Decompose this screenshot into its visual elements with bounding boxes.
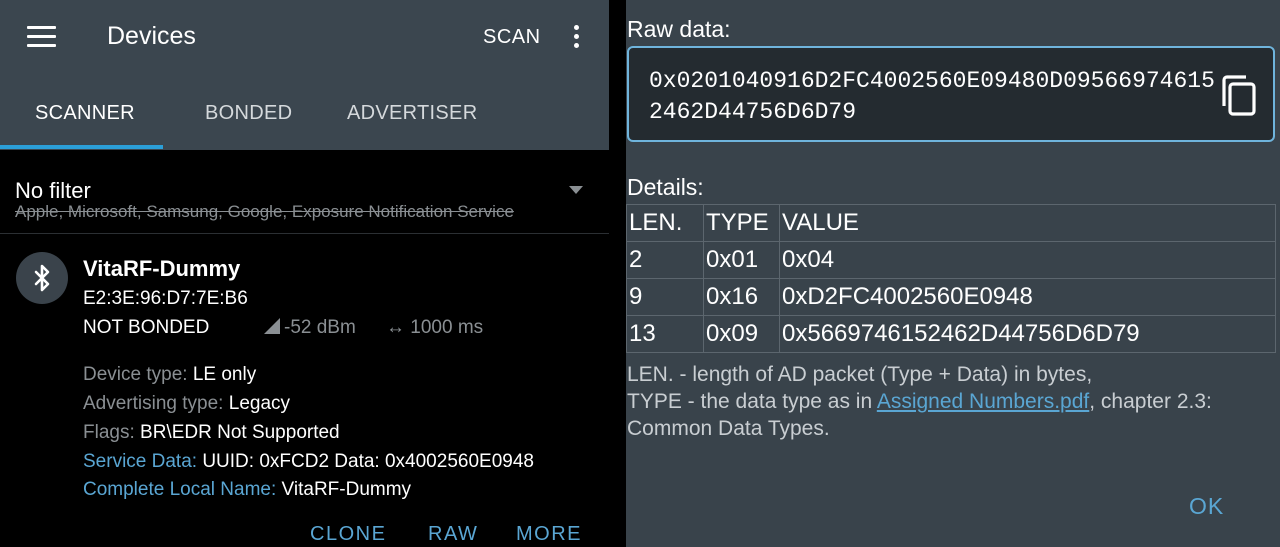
toolbar-title: Devices [107, 22, 196, 50]
divider [0, 233, 609, 234]
tab-bonded[interactable]: BONDED [205, 102, 292, 125]
legend-text: , chapter 2.3: [1089, 390, 1212, 413]
signal-strength-icon [264, 318, 280, 334]
bond-status: NOT BONDED [83, 317, 210, 338]
table-row: 9 0x16 0xD2FC4002560E0948 [626, 278, 1276, 316]
detail-device-type: Device type: LE only [83, 364, 256, 386]
overflow-menu-icon[interactable] [572, 25, 580, 51]
raw-data-label: Raw data: [627, 16, 731, 42]
table-row: 2 0x01 0x04 [626, 241, 1276, 279]
bluetooth-icon [16, 252, 68, 304]
clone-button[interactable]: CLONE [310, 523, 386, 546]
table-cell: 0x09 [703, 315, 780, 353]
menu-icon[interactable] [27, 26, 56, 48]
table-header: LEN. [626, 204, 704, 242]
app-toolbar: Devices SCAN [0, 0, 609, 76]
advertising-interval: ↔ 1000 ms [386, 317, 483, 339]
ok-button[interactable]: OK [1189, 493, 1224, 520]
detail-advertising-type: Advertising type: Legacy [83, 393, 290, 415]
filter-subtitle: Apple, Microsoft, Samsung, Google, Expos… [15, 202, 514, 221]
detail-label: Advertising type: [83, 393, 224, 414]
table-header: TYPE [703, 204, 780, 242]
raw-data-value[interactable]: 0x0201040916D2FC4002560E09480D0956697461… [649, 66, 1219, 128]
details-label: Details: [627, 174, 704, 200]
tab-scanner[interactable]: SCANNER [35, 102, 135, 125]
table-cell: 0xD2FC4002560E0948 [779, 278, 1276, 316]
table-cell: 0x04 [779, 241, 1276, 279]
filter-title: No filter [15, 178, 91, 203]
active-tab-indicator [0, 145, 163, 149]
detail-label: Complete Local Name: [83, 479, 277, 500]
table-header-row: LEN. TYPE VALUE [626, 204, 1276, 242]
tab-advertiser[interactable]: ADVERTISER [347, 102, 477, 125]
rssi-text: -52 dBm [284, 317, 356, 338]
detail-value: BR\EDR Not Supported [140, 422, 340, 443]
more-button[interactable]: MORE [516, 523, 582, 546]
interval-text: 1000 ms [410, 317, 484, 338]
interval-arrows-icon: ↔ [386, 317, 411, 338]
detail-service-data: Service Data: UUID: 0xFCD2 Data: 0x40025… [83, 451, 534, 473]
legend-line: LEN. - length of AD packet (Type + Data)… [627, 363, 1093, 386]
ad-details-table: LEN. TYPE VALUE 2 0x01 0x04 9 0x16 0xD2F… [626, 204, 1276, 353]
table-cell: 9 [626, 278, 704, 316]
scanner-panel: Devices SCAN SCANNER BONDED ADVERTISER N… [0, 0, 609, 547]
raw-button[interactable]: RAW [428, 523, 478, 546]
table-cell: 13 [626, 315, 704, 353]
table-cell: 0x01 [703, 241, 780, 279]
detail-value: Legacy [228, 393, 291, 414]
detail-value: VitaRF-Dummy [281, 479, 412, 500]
legend-text: TYPE - the data type as in [627, 390, 877, 413]
panel-separator [609, 0, 626, 547]
detail-label: Service Data: [83, 451, 198, 472]
detail-label: Device type: [83, 364, 188, 385]
table-cell: 2 [626, 241, 704, 279]
table-row: 13 0x09 0x5669746152462D44756D6D79 [626, 315, 1276, 353]
rssi-value: -52 dBm [264, 317, 356, 339]
detail-label: Flags: [83, 422, 135, 443]
dropdown-arrow-icon[interactable] [569, 186, 583, 194]
table-legend: LEN. - length of AD packet (Type + Data)… [627, 361, 1277, 442]
scan-button[interactable]: SCAN [483, 26, 541, 49]
detail-value: UUID: 0xFCD2 Data: 0x4002560E0948 [202, 451, 534, 472]
device-name: VitaRF-Dummy [83, 256, 241, 281]
detail-flags: Flags: BR\EDR Not Supported [83, 422, 340, 444]
detail-local-name: Complete Local Name: VitaRF-Dummy [83, 479, 411, 501]
table-cell: 0x5669746152462D44756D6D79 [779, 315, 1276, 353]
table-cell: 0x16 [703, 278, 780, 316]
legend-line: Common Data Types. [627, 417, 830, 440]
table-header: VALUE [779, 204, 1276, 242]
assigned-numbers-link[interactable]: Assigned Numbers.pdf [877, 390, 1089, 413]
raw-data-field[interactable]: 0x0201040916D2FC4002560E09480D0956697461… [627, 46, 1275, 142]
detail-value: LE only [192, 364, 257, 385]
copy-icon[interactable] [1219, 73, 1259, 119]
legend-line: TYPE - the data type as in Assigned Numb… [627, 388, 1277, 415]
device-address: E2:3E:96:D7:7E:B6 [83, 288, 248, 309]
